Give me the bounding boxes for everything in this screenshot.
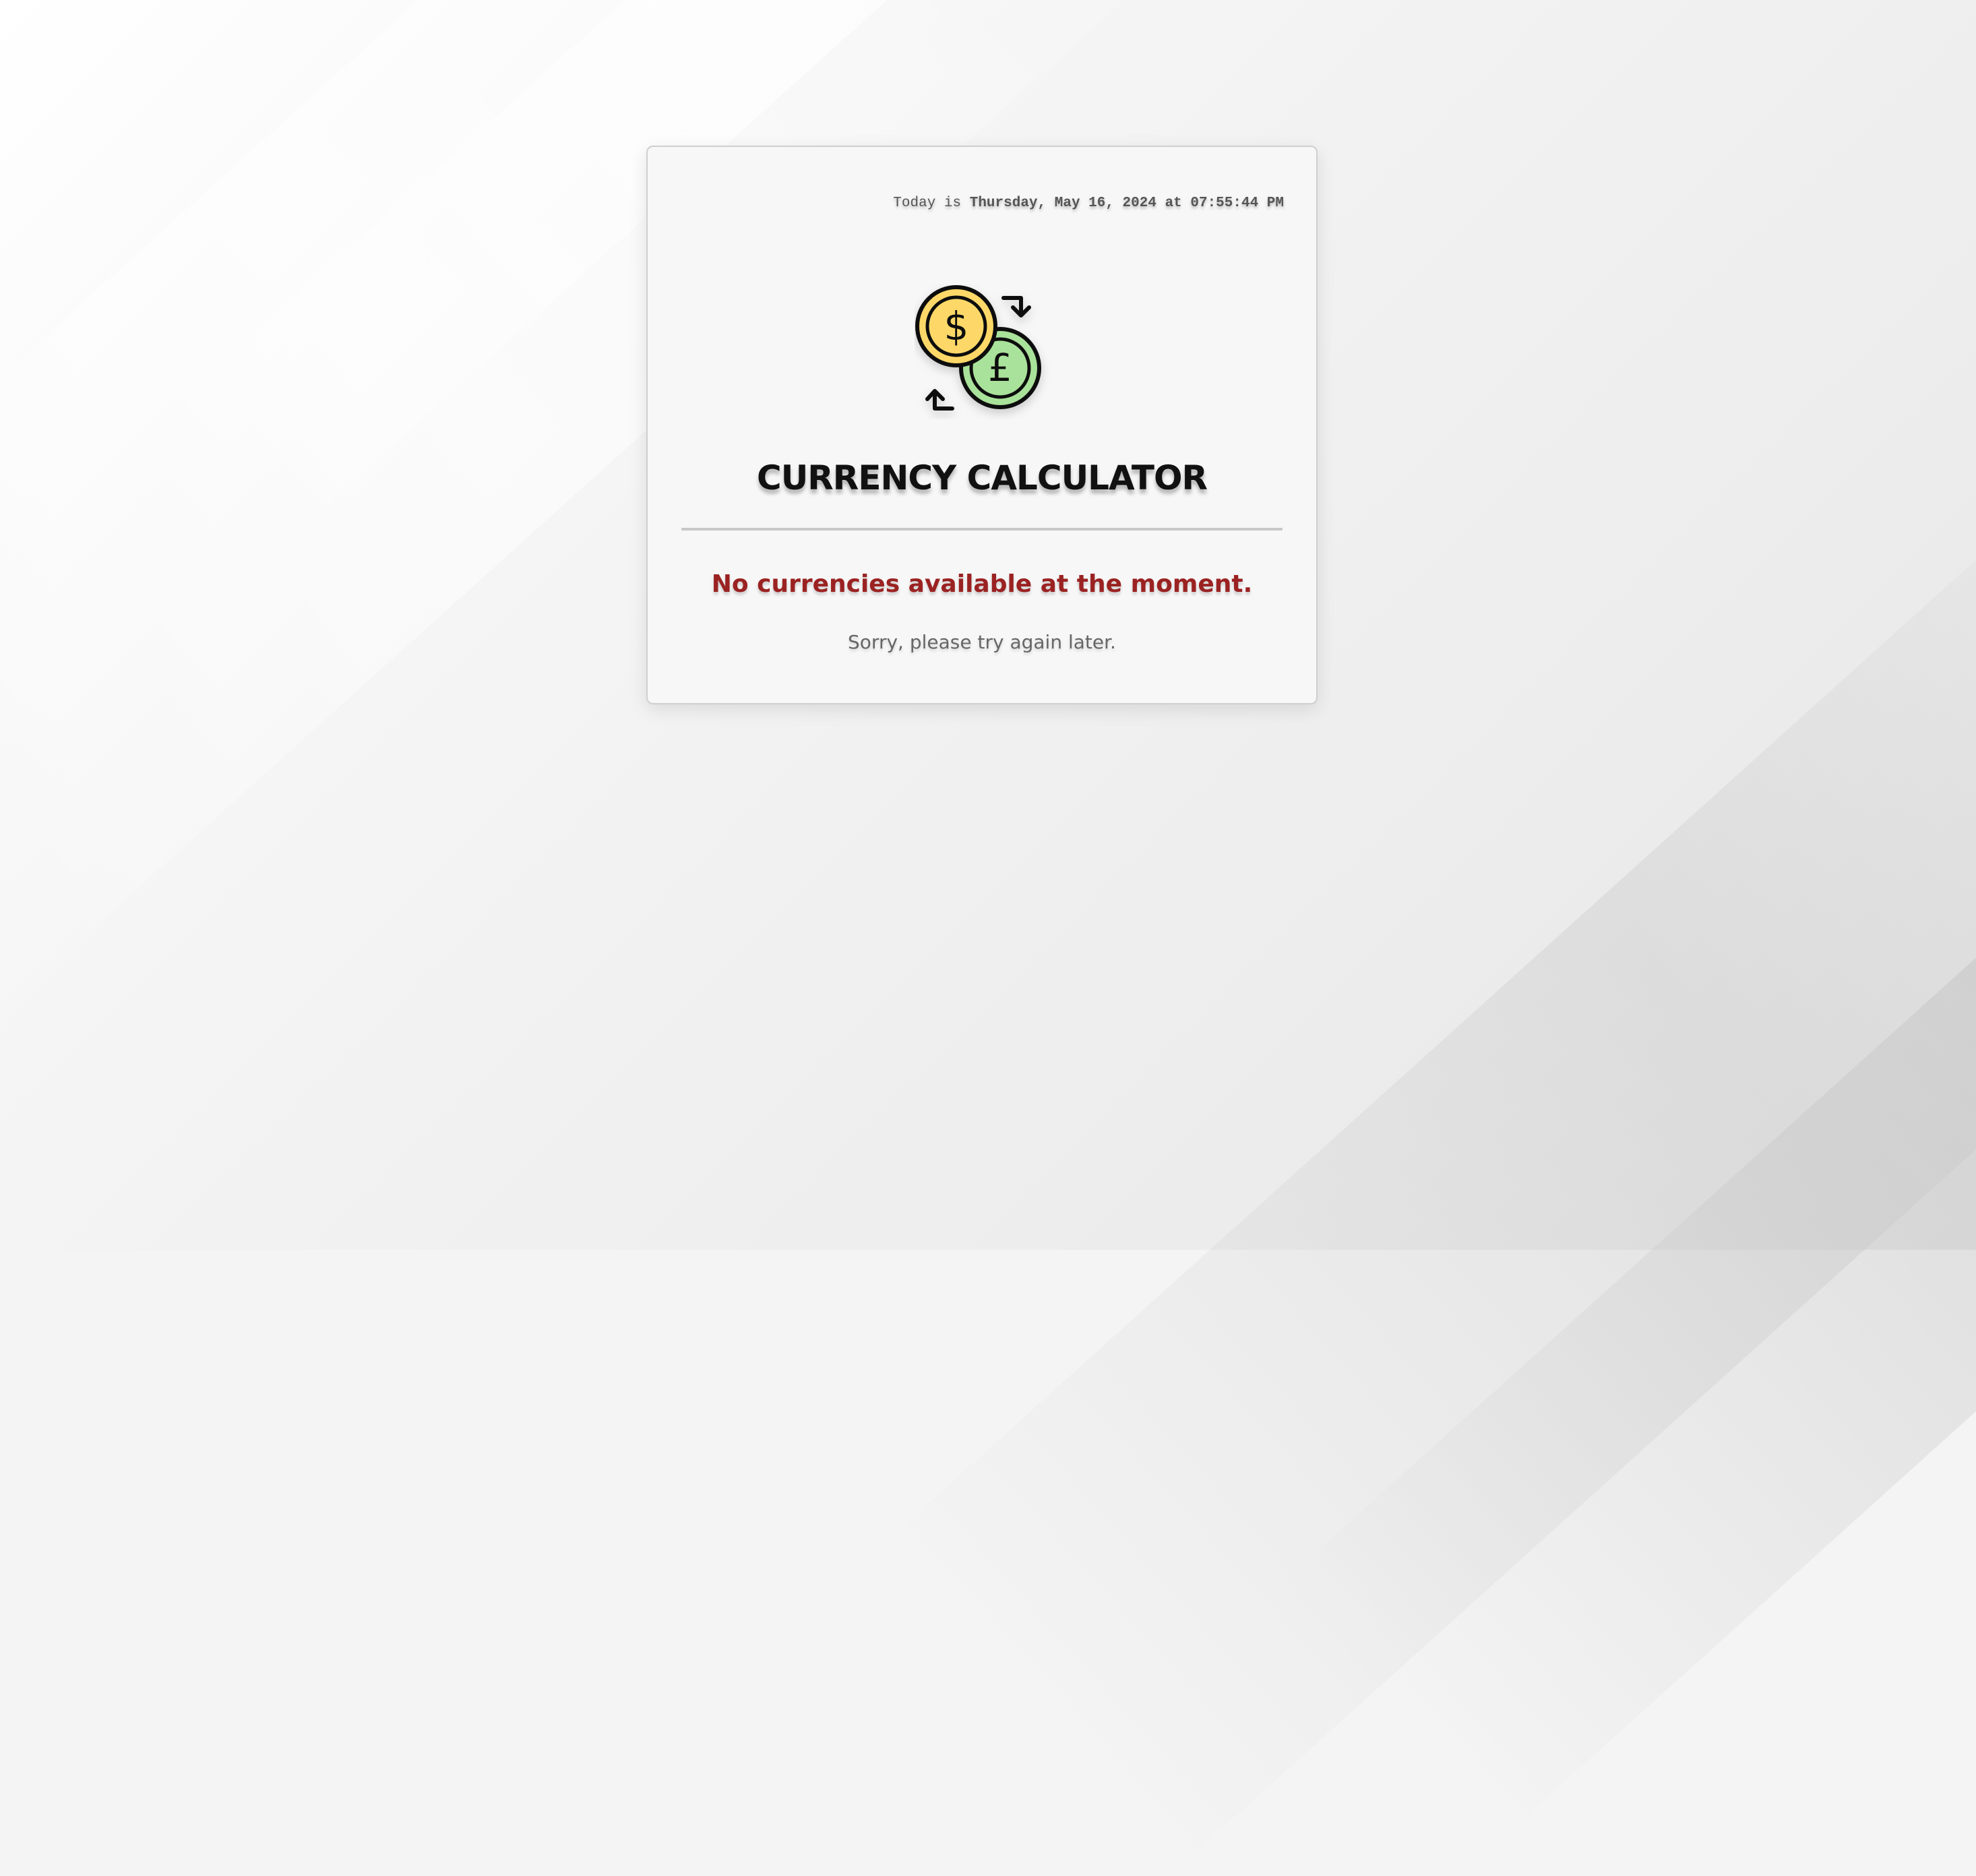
svg-text:$: $ xyxy=(944,303,969,349)
dollar-coin-icon: $ xyxy=(915,285,997,367)
currency-exchange-icon: £ $ xyxy=(915,284,1049,419)
page-title: CURRENCY CALCULATOR xyxy=(757,458,1208,497)
error-message: No currencies available at the moment. xyxy=(711,570,1253,598)
current-date-time: Today is Thursday, May 16, 2024 at 07:55… xyxy=(893,195,1284,211)
svg-text:£: £ xyxy=(988,346,1012,390)
date-value: Thursday, May 16, 2024 at 07:55:44 PM xyxy=(969,195,1284,211)
date-prefix: Today is xyxy=(893,195,962,211)
error-hint: Sorry, please try again later. xyxy=(848,631,1116,653)
currency-calculator-card: Today is Thursday, May 16, 2024 at 07:55… xyxy=(646,146,1318,704)
title-divider xyxy=(681,528,1283,531)
